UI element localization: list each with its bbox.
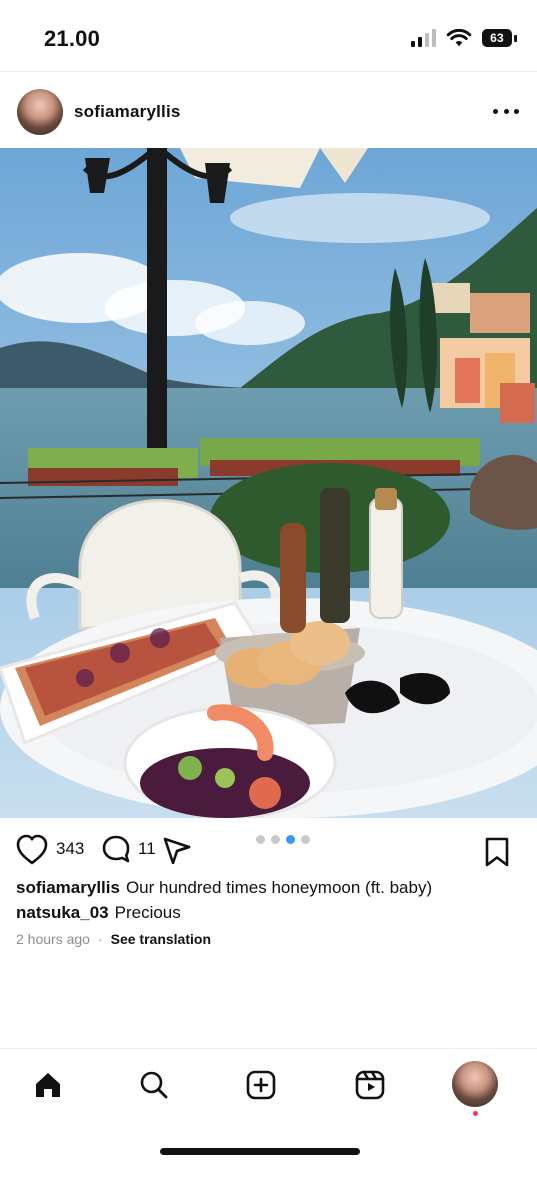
avatar[interactable] — [17, 89, 63, 135]
battery-level: 63 — [482, 29, 512, 47]
carousel-dot-active — [286, 835, 295, 844]
home-icon — [36, 1073, 60, 1097]
home-indicator — [160, 1148, 360, 1155]
cellular-signal-icon — [411, 29, 436, 47]
comment-text: Precious — [114, 903, 181, 922]
post-actions: 343 11 — [0, 818, 537, 878]
like-button[interactable]: 343 — [14, 834, 85, 865]
nav-search[interactable] — [134, 1065, 174, 1105]
bookmark-icon[interactable] — [483, 836, 511, 868]
post-caption: sofiamaryllis Our hundred times honeymoon… — [16, 877, 521, 899]
carousel-indicator — [256, 835, 310, 844]
more-horizontal-icon[interactable] — [493, 106, 519, 116]
send-icon[interactable] — [162, 836, 192, 864]
nav-create[interactable] — [241, 1065, 281, 1105]
see-translation-link[interactable]: See translation — [111, 931, 211, 947]
post-photo[interactable] — [0, 148, 537, 818]
status-bar: 21.00 63 — [0, 0, 537, 72]
comment-button[interactable]: 11 — [100, 834, 156, 864]
caption-username[interactable]: sofiamaryllis — [16, 878, 120, 897]
time-ago: 2 hours ago — [16, 931, 90, 947]
bottom-nav — [0, 1048, 537, 1122]
comment-username[interactable]: natsuka_03 — [16, 903, 109, 922]
search-icon — [140, 1071, 168, 1099]
carousel-dot — [271, 835, 280, 844]
carousel-dot — [256, 835, 265, 844]
post-header: sofiamaryllis — [0, 72, 537, 148]
notification-dot — [473, 1111, 478, 1116]
carousel-dot — [301, 835, 310, 844]
status-icons: 63 — [411, 28, 517, 48]
likes-count: 343 — [56, 839, 85, 858]
wifi-icon — [446, 28, 472, 47]
post-username[interactable]: sofiamaryllis — [74, 102, 181, 122]
battery-icon: 63 — [482, 29, 517, 47]
meta-separator: · — [97, 931, 103, 947]
status-time: 21.00 — [44, 26, 101, 51]
nav-home[interactable] — [28, 1065, 68, 1105]
create-icon — [246, 1070, 276, 1100]
caption-text: Our hundred times honeymoon (ft. baby) — [125, 878, 433, 897]
top-comment: natsuka_03 Precious — [16, 902, 521, 924]
profile-avatar[interactable] — [452, 1061, 498, 1107]
nav-reels[interactable] — [350, 1065, 390, 1105]
reels-icon — [355, 1070, 385, 1100]
photo-illustration — [0, 148, 537, 818]
post-meta: 2 hours ago · See translation — [16, 931, 211, 947]
heart-icon — [16, 834, 48, 865]
comment-icon — [102, 835, 130, 863]
comments-count: 11 — [138, 839, 156, 858]
